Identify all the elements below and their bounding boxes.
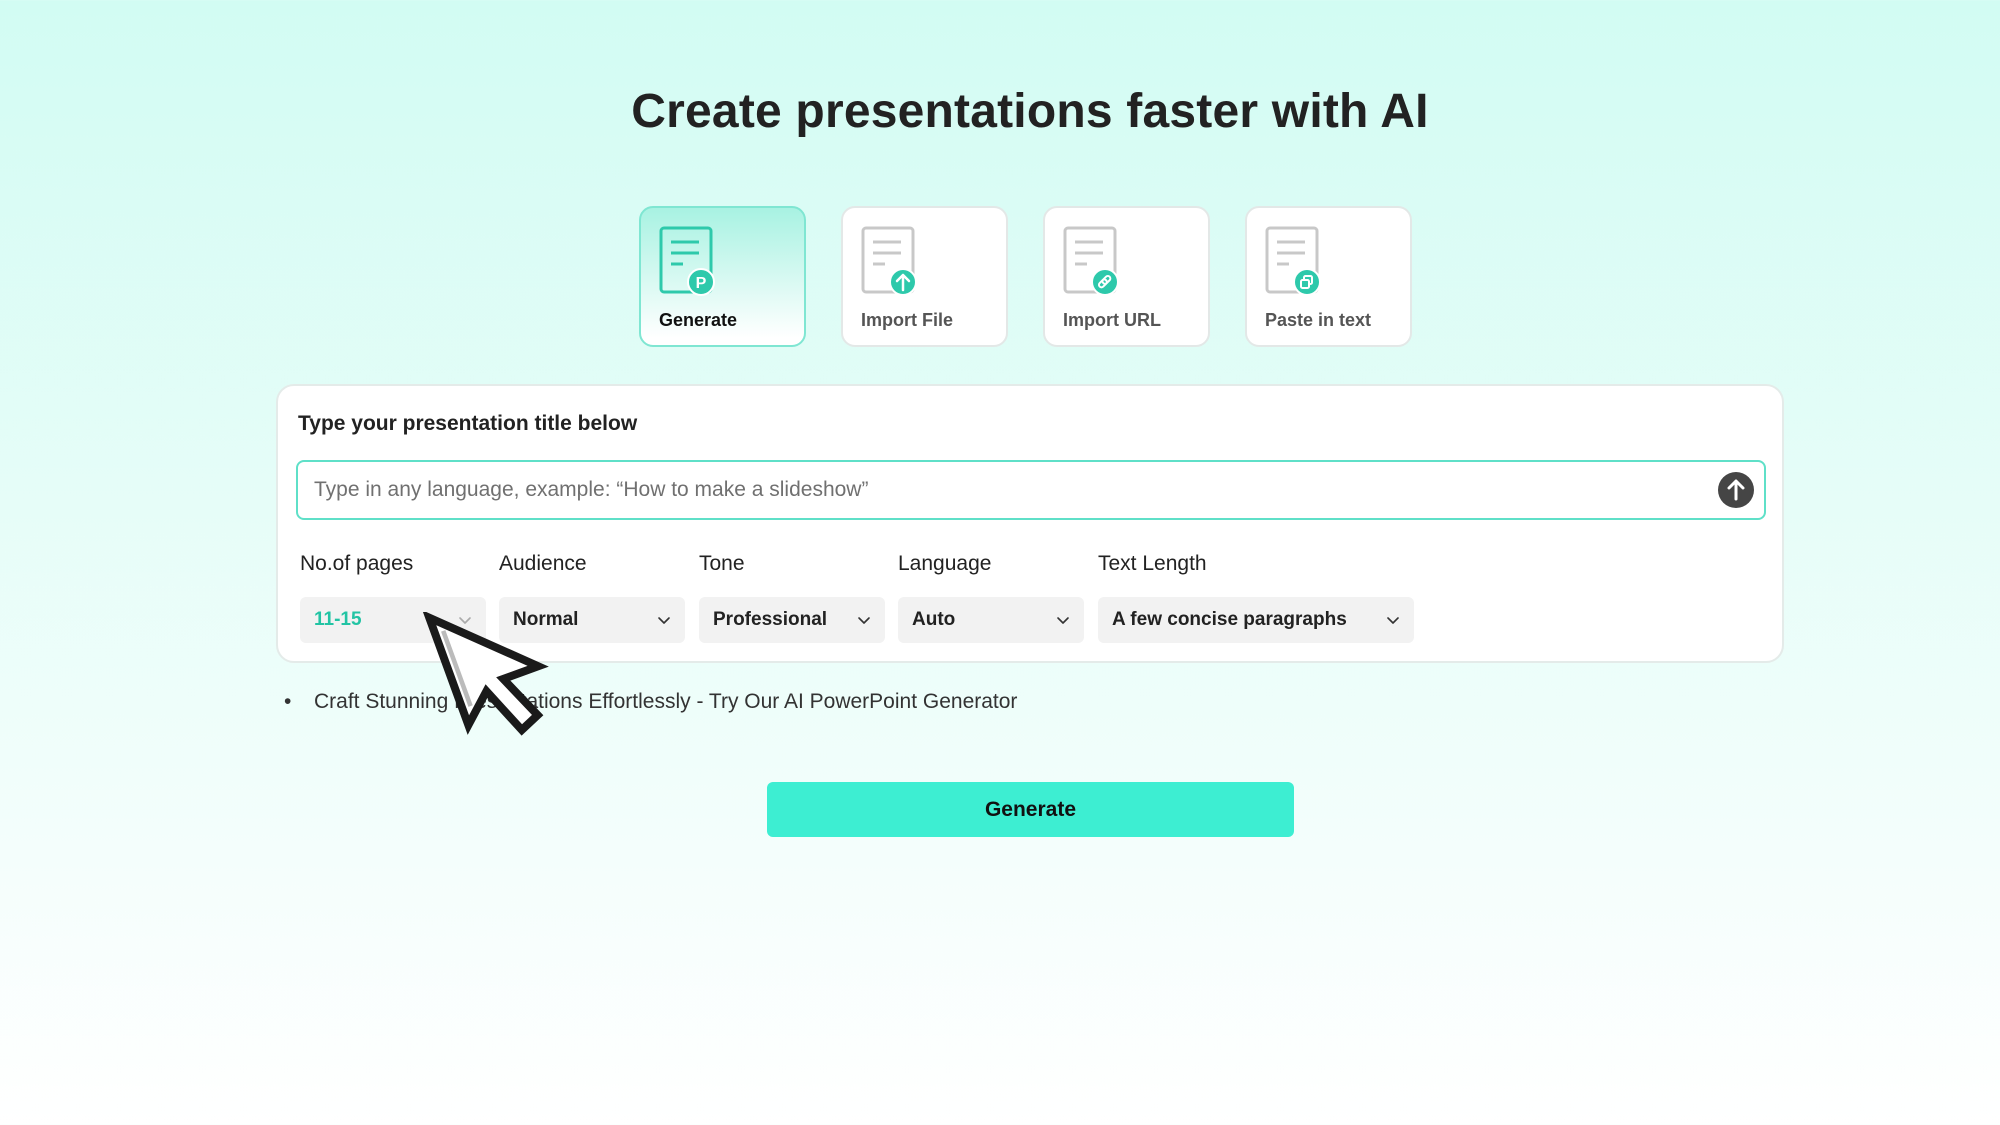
document-upload-icon: [861, 226, 917, 296]
text-length-option: Text Length A few concise paragraphs: [1098, 552, 1414, 643]
tone-option: Tone Professional: [699, 552, 885, 643]
title-input[interactable]: [314, 462, 1694, 518]
tab-import-file[interactable]: Import File: [841, 206, 1008, 347]
document-copy-icon: [1265, 226, 1321, 296]
language-label: Language: [898, 552, 992, 575]
tab-generate-label: Generate: [659, 310, 738, 330]
arrow-up-icon: [1727, 479, 1745, 501]
tip-text: Craft Stunning Presentations Effortlessl…: [314, 690, 1018, 713]
tone-value: Professional: [713, 609, 828, 630]
tab-import-file-label: Import File: [861, 310, 954, 330]
tab-paste-text-label: Paste in text: [1265, 310, 1372, 330]
pages-select[interactable]: 11-15: [300, 597, 486, 643]
chevron-down-icon: [1387, 617, 1399, 624]
card-heading: Type your presentation title below: [298, 412, 638, 435]
audience-label: Audience: [499, 552, 587, 575]
tone-select[interactable]: Professional: [699, 597, 885, 643]
text-length-label: Text Length: [1098, 552, 1207, 575]
tip-item: • Craft Stunning Presentations Effortless…: [284, 690, 1017, 714]
chevron-down-icon: [658, 617, 670, 624]
chevron-down-icon: [858, 617, 870, 624]
language-select[interactable]: Auto: [898, 597, 1084, 643]
audience-select[interactable]: Normal: [499, 597, 685, 643]
tab-generate[interactable]: P Generate: [639, 206, 806, 347]
svg-text:P: P: [696, 275, 707, 292]
audience-option: Audience Normal: [499, 552, 685, 643]
tab-paste-text[interactable]: Paste in text: [1245, 206, 1412, 347]
pages-option: No.of pages 11-15: [300, 552, 486, 643]
text-length-select[interactable]: A few concise paragraphs: [1098, 597, 1414, 643]
submit-arrow-button[interactable]: [1718, 472, 1754, 508]
chevron-down-icon: [1057, 617, 1069, 624]
document-p-icon: P: [659, 226, 715, 296]
tab-import-url-label: Import URL: [1063, 310, 1161, 330]
bullet: •: [284, 690, 292, 713]
pages-label: No.of pages: [300, 552, 414, 575]
audience-value: Normal: [513, 609, 579, 630]
mode-tabs: P Generate Import File Import URL Paste …: [639, 206, 1412, 347]
generate-button[interactable]: Generate: [767, 782, 1294, 837]
title-input-box: [296, 460, 1766, 520]
language-value: Auto: [912, 609, 956, 630]
chevron-down-icon: [459, 617, 471, 624]
language-option: Language Auto: [898, 552, 1084, 643]
document-link-icon: [1063, 226, 1119, 296]
text-length-value: A few concise paragraphs: [1112, 609, 1347, 630]
tone-label: Tone: [699, 552, 745, 575]
tab-import-url[interactable]: Import URL: [1043, 206, 1210, 347]
page-title: Create presentations faster with AI: [631, 85, 1429, 138]
pages-value: 11-15: [314, 609, 362, 630]
title-card: Type your presentation title below No.of…: [276, 384, 1784, 663]
